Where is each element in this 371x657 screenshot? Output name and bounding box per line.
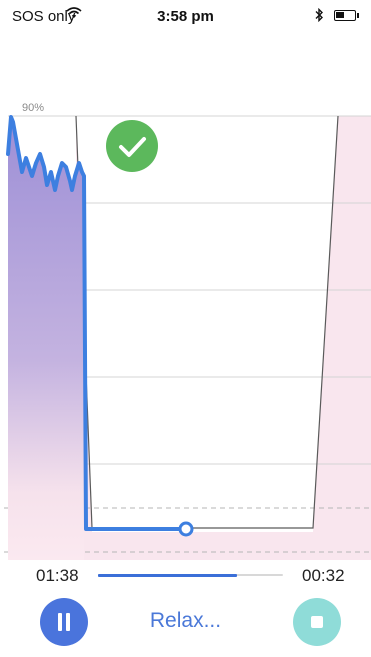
success-badge <box>106 120 158 172</box>
stop-icon <box>311 616 323 628</box>
checkmark-icon <box>119 137 146 157</box>
top-percent-label: 90% <box>22 102 44 114</box>
stop-button[interactable] <box>293 598 341 646</box>
elapsed-time: 01:38 <box>36 566 79 585</box>
current-position-marker <box>178 521 194 537</box>
target-zone <box>76 116 338 528</box>
playback-row: 01:38 00:32 <box>0 562 371 592</box>
remaining-time: 00:32 <box>302 566 345 585</box>
progress-fill <box>98 573 237 577</box>
breathing-chart: 90% <box>4 102 371 560</box>
controls-row: Relax... <box>0 596 371 656</box>
progress-bar[interactable] <box>98 573 283 577</box>
